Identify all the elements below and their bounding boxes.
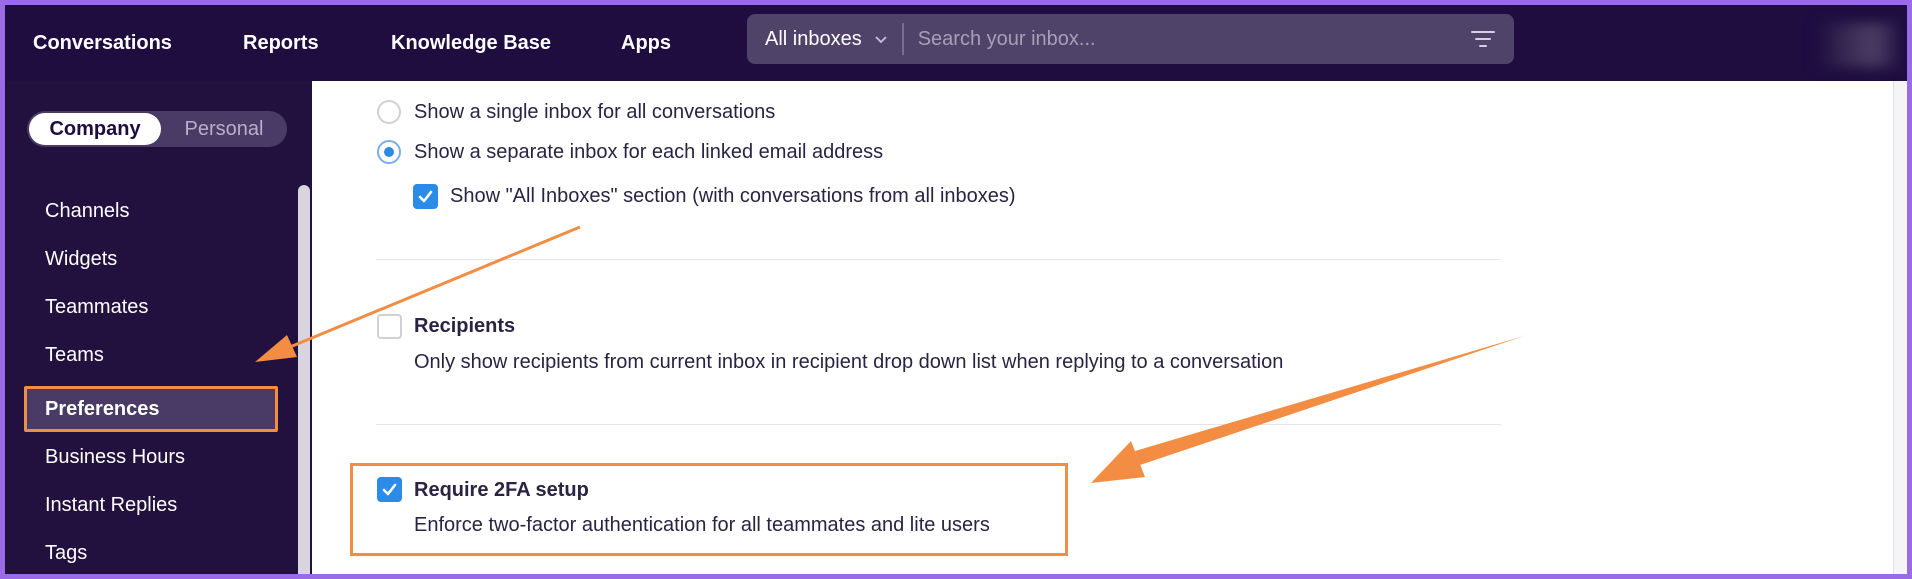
sidebar-scrollbar[interactable] — [298, 185, 310, 574]
scope-toggle: Company Personal — [27, 111, 287, 147]
require-2fa-title: Require 2FA setup — [414, 479, 589, 501]
nav-conversations[interactable]: Conversations — [33, 5, 172, 81]
search-input[interactable] — [903, 14, 1470, 64]
sidebar-item-widgets[interactable]: Widgets — [45, 244, 117, 274]
recipients-description: Only show recipients from current inbox … — [414, 351, 1284, 373]
separate-inbox-label: Show a separate inbox for each linked em… — [414, 141, 884, 163]
all-inboxes-checkbox[interactable] — [413, 184, 438, 209]
app-window: Conversations Reports Knowledge Base App… — [0, 0, 1912, 579]
inbox-selector[interactable]: All inboxes — [747, 14, 902, 64]
main-scrollbar[interactable] — [1893, 81, 1907, 574]
personal-tab[interactable]: Personal — [163, 111, 285, 147]
nav-apps[interactable]: Apps — [621, 5, 671, 81]
section-divider — [376, 259, 1501, 260]
require-2fa-description: Enforce two-factor authentication for al… — [414, 514, 990, 536]
settings-sidebar: Company Personal Channels Widgets Teamma… — [5, 81, 312, 574]
top-navigation-bar: Conversations Reports Knowledge Base App… — [5, 5, 1907, 81]
checkmark-icon — [382, 483, 397, 496]
single-inbox-label: Show a single inbox for all conversation… — [414, 101, 776, 123]
require-2fa-checkbox[interactable] — [377, 477, 402, 502]
all-inboxes-label: Show "All Inboxes" section (with convers… — [450, 185, 1016, 207]
nav-reports[interactable]: Reports — [243, 5, 319, 81]
company-tab[interactable]: Company — [29, 113, 161, 145]
sidebar-item-teammates[interactable]: Teammates — [45, 292, 148, 322]
sidebar-item-tags[interactable]: Tags — [45, 538, 87, 568]
sidebar-item-teams[interactable]: Teams — [45, 340, 104, 370]
inbox-selector-label: All inboxes — [765, 27, 862, 50]
sidebar-item-preferences[interactable]: Preferences — [45, 394, 160, 424]
chevron-down-icon — [875, 36, 887, 44]
filter-icon[interactable] — [1470, 28, 1496, 50]
nav-knowledge-base[interactable]: Knowledge Base — [391, 5, 551, 81]
separate-inbox-radio[interactable] — [377, 140, 401, 164]
sidebar-item-business-hours[interactable]: Business Hours — [45, 442, 185, 472]
user-avatar[interactable] — [1817, 23, 1897, 67]
sidebar-item-channels[interactable]: Channels — [45, 196, 130, 226]
sidebar-item-instant-replies[interactable]: Instant Replies — [45, 490, 177, 520]
inbox-search-bar: All inboxes — [747, 14, 1514, 64]
single-inbox-radio[interactable] — [377, 100, 401, 124]
twofa-highlight-box — [350, 463, 1068, 556]
checkmark-icon — [418, 190, 433, 203]
section-divider — [376, 424, 1501, 425]
recipients-checkbox[interactable] — [377, 314, 402, 339]
recipients-title: Recipients — [414, 315, 516, 337]
